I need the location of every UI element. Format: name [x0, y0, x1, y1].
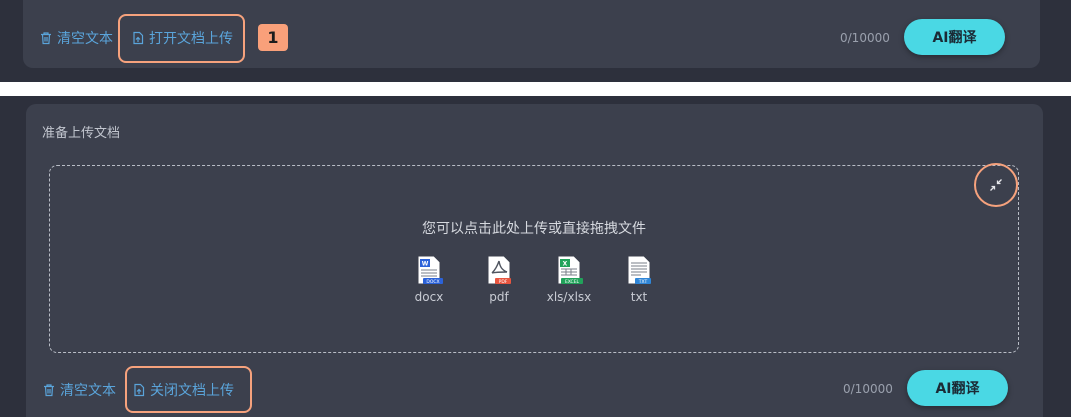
collapse-arrows-icon: [990, 179, 1002, 191]
file-type-label: txt: [630, 290, 648, 304]
file-type-label: xls/xlsx: [546, 290, 592, 304]
clear-text-button[interactable]: 清空文本: [42, 380, 116, 400]
file-type-pdf: PDF pdf: [479, 254, 519, 304]
section-title: 准备上传文档: [42, 126, 121, 141]
svg-text:W: W: [422, 261, 429, 268]
trash-icon: [44, 384, 54, 397]
file-dropzone[interactable]: 您可以点击此处上传或直接拖拽文件 W DOCX docx PDF pdf X E…: [49, 165, 1019, 353]
highlight-open-upload: [118, 14, 245, 63]
file-type-excel: X EXCEL xls/xlsx: [546, 254, 592, 304]
dropzone-instruction: 您可以点击此处上传或直接拖拽文件: [422, 221, 646, 237]
svg-text:X: X: [563, 261, 568, 268]
clear-text-button[interactable]: 清空文本: [39, 28, 113, 48]
svg-text:TXT: TXT: [638, 279, 648, 285]
svg-text:PDF: PDF: [499, 279, 508, 285]
txt-file-icon: TXT: [627, 255, 651, 285]
file-type-list: W DOCX docx PDF pdf X EXCEL xls/xlsx TXT…: [50, 254, 1018, 304]
file-type-label: pdf: [489, 290, 509, 304]
highlight-close-upload: [125, 366, 252, 413]
clear-text-label: 清空文本: [60, 383, 116, 399]
excel-file-icon: X EXCEL: [557, 255, 583, 285]
trash-icon: [41, 32, 51, 45]
file-type-docx: W DOCX docx: [409, 254, 449, 304]
file-type-label: docx: [414, 290, 444, 304]
step-badge: 1: [258, 24, 288, 51]
ai-translate-button[interactable]: AI翻译: [904, 19, 1005, 55]
word-file-icon: W DOCX: [417, 255, 443, 285]
file-type-txt: TXT txt: [619, 254, 659, 304]
svg-text:DOCX: DOCX: [426, 279, 439, 285]
ai-translate-button[interactable]: AI翻译: [907, 370, 1008, 406]
collapse-dropzone-button[interactable]: [974, 163, 1018, 207]
svg-text:EXCEL: EXCEL: [565, 279, 580, 285]
clear-text-label: 清空文本: [57, 31, 113, 47]
separator: [0, 82, 1071, 96]
char-counter: 0/10000: [840, 31, 890, 45]
char-counter: 0/10000: [843, 382, 893, 396]
pdf-file-icon: PDF: [487, 255, 511, 285]
